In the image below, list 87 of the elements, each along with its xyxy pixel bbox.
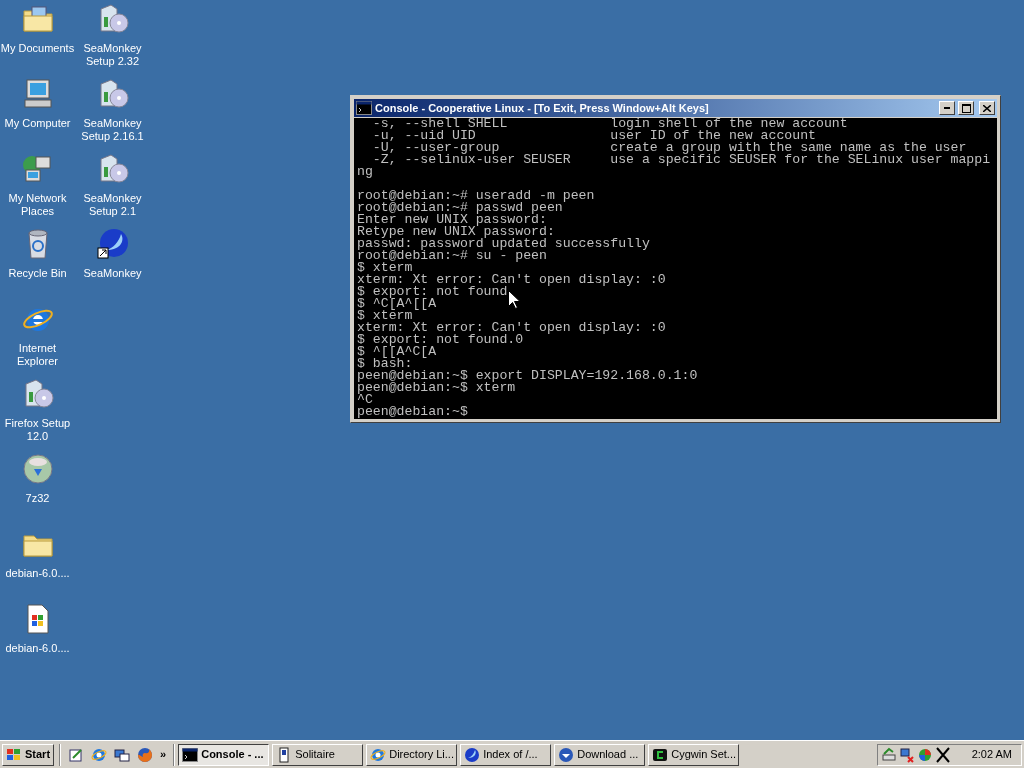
desktop-icon[interactable]: My Documents xyxy=(0,0,75,75)
terminal-line: peen@debian:~$ xyxy=(357,406,468,418)
terminal-line: ng xyxy=(357,166,373,178)
icon-label: Firefox Setup 12.0 xyxy=(3,417,72,443)
terminal-line: passwd: password updated successfully xyxy=(357,238,650,250)
minimize-icon xyxy=(944,107,950,109)
terminal-line: xterm: Xt error: Can't open display: :0 xyxy=(357,274,666,286)
windows-logo-icon xyxy=(6,746,22,763)
console-icon xyxy=(356,100,372,116)
icon-label: Internet Explorer xyxy=(16,342,59,368)
desktop-icon[interactable]: debian-6.0.... xyxy=(0,600,75,675)
desktop-icon[interactable]: Internet Explorer xyxy=(0,300,75,375)
taskbar-button[interactable]: Download ... xyxy=(554,743,646,766)
desktop-icon[interactable]: My Network Places xyxy=(0,150,75,225)
desktop-icon[interactable]: debian-6.0.... xyxy=(0,525,75,600)
icon-label: SeaMonkey Setup 2.1 xyxy=(82,192,143,218)
icon-label: My Network Places xyxy=(7,192,68,218)
close-button[interactable] xyxy=(979,101,995,115)
terminal-line: -Z, --selinux-user SEUSER use a specific SEUSER for the SELinux user mappi xyxy=(372,154,991,166)
icon-label: SeaMonkey xyxy=(82,267,143,280)
icon-label: debian-6.0.... xyxy=(4,642,71,655)
maximize-button[interactable] xyxy=(958,101,974,115)
firefox-icon[interactable] xyxy=(137,746,154,763)
computer-icon xyxy=(21,78,54,110)
globe-icon xyxy=(464,746,481,763)
icon-label: SeaMonkey Setup 2.32 xyxy=(82,42,143,68)
terminal-line: $ export: not found.0 xyxy=(357,334,524,346)
app-shortcut-icon xyxy=(96,228,129,260)
terminal-line: peen@debian:~$ export DISPLAY=192.168.0.1:0 xyxy=(357,370,698,382)
window-title: Console - Cooperative Linux - [To Exit, Press Window+Alt Keys] xyxy=(375,100,710,116)
terminal-line: -s, --shell SHELL login shell of the new account xyxy=(371,118,848,130)
terminal-line: Enter new UNIX password: xyxy=(357,214,547,226)
console-icon xyxy=(182,746,199,763)
icon-label: Recycle Bin xyxy=(7,267,68,280)
colorful-tray-icon[interactable] xyxy=(917,746,933,763)
minimize-button[interactable] xyxy=(939,101,955,115)
terminal-line: Retype new UNIX password: xyxy=(357,226,555,238)
terminal-line: $ export: not found xyxy=(357,286,508,298)
browser-icon xyxy=(91,746,108,763)
download-icon xyxy=(558,746,575,763)
terminal-line: $ bash: xyxy=(357,358,413,370)
start-button[interactable]: Start xyxy=(2,743,55,766)
terminal-line: ^C xyxy=(357,394,373,406)
cygwin-icon xyxy=(652,746,669,763)
terminal-line: root@debian:~# su - peen xyxy=(357,250,547,262)
taskbar-button[interactable]: Directory Li... xyxy=(366,743,458,766)
terminal-line: $ xterm xyxy=(357,262,413,274)
desktop-icon[interactable]: SeaMonkey Setup 2.32 xyxy=(75,0,150,75)
terminal-line: peen@debian:~$ xterm xyxy=(357,382,516,394)
terminal-line: -u, --uid UID user ID of the new account xyxy=(371,130,816,142)
mouse-pointer-icon xyxy=(508,290,520,309)
desktop-icon[interactable]: Recycle Bin xyxy=(0,225,75,300)
terminal-line: $ ^[[A^C[A xyxy=(357,346,437,358)
icon-label: SeaMonkey Setup 2.16.1 xyxy=(80,117,145,143)
notepad-icon[interactable] xyxy=(68,746,85,763)
archive-icon xyxy=(21,453,54,485)
desktop-icon[interactable]: Firefox Setup 12.0 xyxy=(0,375,75,450)
terminal-line: xterm: Xt error: Can't open display: :0 xyxy=(357,322,666,334)
icon-label: 7z32 xyxy=(24,492,51,505)
browser-icon xyxy=(370,746,387,763)
icon-label: debian-6.0.... xyxy=(4,567,71,580)
network-icon xyxy=(21,153,54,185)
icon-label: My Computer xyxy=(3,117,72,130)
terminal-line: $ ^C[A^[[A xyxy=(357,298,437,310)
desktop-icon[interactable]: SeaMonkey Setup 2.16.1 xyxy=(75,75,150,150)
terminal-line: $ xterm xyxy=(357,310,413,322)
taskbar-button[interactable]: Solitaire xyxy=(272,743,364,766)
desktop-icon[interactable]: SeaMonkey xyxy=(75,225,150,300)
icon-label: My Documents xyxy=(0,42,75,55)
folder-icon xyxy=(21,3,54,35)
taskbar-button[interactable]: Console - ... xyxy=(178,743,270,766)
desktop-icon[interactable]: My Computer xyxy=(0,75,75,150)
terminal-line: root@debian:~# useradd -m peen xyxy=(357,190,595,202)
close-icon xyxy=(983,104,991,112)
x-server-icon[interactable] xyxy=(935,746,951,763)
clock: 2:02 AM xyxy=(971,747,1013,763)
network-tray-icon[interactable] xyxy=(881,746,897,763)
taskbar-button[interactable]: Index of /... xyxy=(460,743,552,766)
more-chevron[interactable]: » xyxy=(160,746,167,763)
taskbar-button[interactable]: Cygwin Set... xyxy=(648,743,740,766)
disconnected-network-icon[interactable] xyxy=(899,746,915,763)
terminal-line: -U, --user-group create a group with the same name as the user xyxy=(371,142,967,154)
maximize-icon xyxy=(961,103,971,113)
desktop-icon[interactable]: 7z32 xyxy=(0,450,75,525)
windows-switch-icon[interactable] xyxy=(114,746,131,763)
desktop-icon[interactable]: SeaMonkey Setup 2.1 xyxy=(75,150,150,225)
terminal-line: root@debian:~# passwd peen xyxy=(357,202,563,214)
